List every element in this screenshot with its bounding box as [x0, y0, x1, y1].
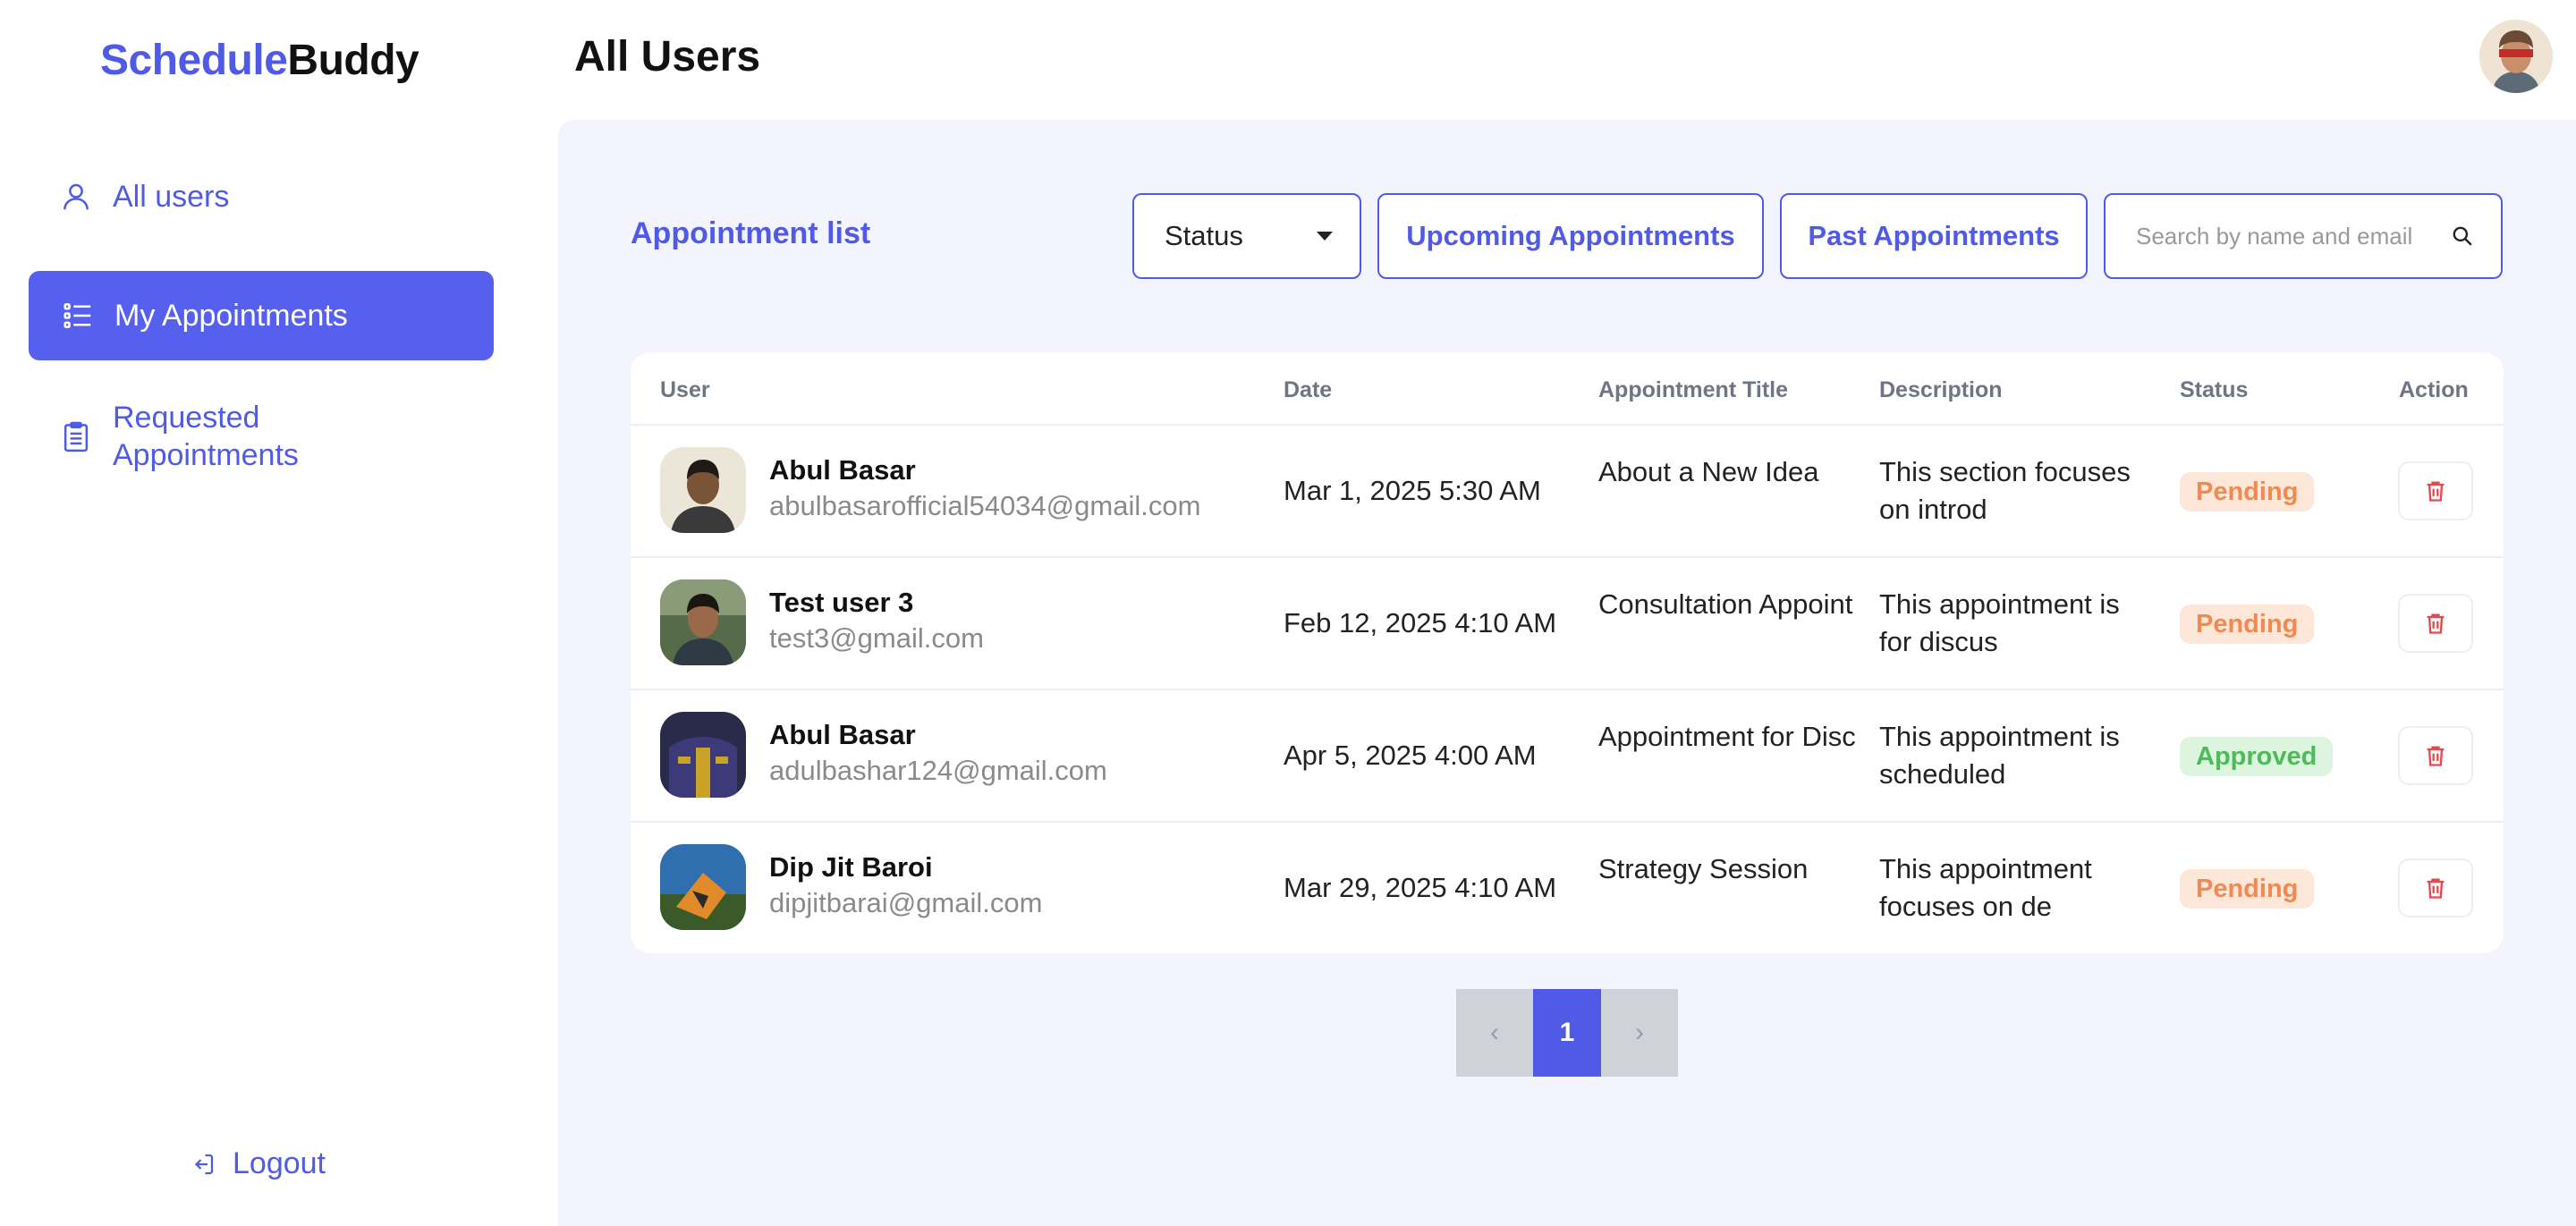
prev-page-button[interactable]: ‹	[1456, 989, 1533, 1077]
user-name: Test user 3	[769, 587, 914, 618]
logout-button[interactable]: Logout	[190, 1146, 326, 1181]
table-row[interactable]: Abul Basar abulbasarofficial54034@gmail.…	[631, 426, 2504, 558]
logout-label: Logout	[233, 1146, 326, 1180]
clipboard-icon	[57, 418, 95, 455]
table-row[interactable]: Test user 3 test3@gmail.com Feb 12, 2025…	[631, 558, 2504, 690]
appointment-date: Feb 12, 2025 4:10 AM	[1284, 607, 1557, 638]
appointment-list-title: Appointment list	[631, 216, 871, 250]
logout-icon	[194, 1154, 214, 1174]
column-header-date: Date	[1284, 377, 1333, 402]
sidebar-item-label: My Appointments	[114, 298, 348, 333]
column-header-title: Appointment Title	[1598, 377, 1789, 402]
pagination: ‹ 1 ›	[1456, 989, 1678, 1077]
search-icon[interactable]	[2451, 224, 2474, 248]
appointment-date: Mar 1, 2025 5:30 AM	[1284, 475, 1541, 506]
caret-down-icon	[1317, 232, 1333, 241]
trash-icon	[2427, 481, 2445, 502]
search-input[interactable]	[2136, 222, 2451, 250]
appointment-description: This appointment focuses on de	[1879, 853, 2092, 922]
delete-button[interactable]	[2398, 858, 2473, 917]
delete-button[interactable]	[2398, 461, 2473, 520]
appointment-title: Consultation Appoint	[1598, 588, 1853, 620]
brand-logo-part1: Schedule	[100, 37, 288, 84]
appointment-title: Appointment for Disc	[1598, 721, 1856, 752]
user-name: Abul Basar	[769, 454, 916, 486]
past-appointments-button[interactable]: Past Appointments	[1780, 193, 2088, 279]
user-email: test3@gmail.com	[769, 622, 984, 654]
table-row[interactable]: Abul Basar adulbashar124@gmail.com Apr 5…	[631, 690, 2504, 823]
appointments-table: User Date Appointment Title Description …	[631, 352, 2504, 953]
status-filter-value: Status	[1165, 220, 1243, 251]
status-badge: Pending	[2180, 605, 2315, 644]
appointment-description: This appointment is for discus	[1879, 588, 2120, 657]
trash-icon	[2427, 613, 2445, 634]
brand-logo[interactable]: ScheduleBuddy	[100, 36, 419, 85]
profile-avatar[interactable]	[2479, 20, 2553, 93]
user-avatar	[660, 447, 746, 533]
column-header-status: Status	[2180, 377, 2249, 402]
page-1-button[interactable]: 1	[1533, 989, 1601, 1077]
sidebar-item-all-users[interactable]: All users	[57, 177, 229, 216]
column-header-description: Description	[1879, 377, 2003, 402]
table-row[interactable]: Dip Jit Baroi dipjitbarai@gmail.com Mar …	[631, 823, 2504, 953]
upcoming-appointments-button[interactable]: Upcoming Appointments	[1377, 193, 1764, 279]
status-badge: Pending	[2180, 472, 2315, 512]
appointment-date: Mar 29, 2025 4:10 AM	[1284, 872, 1557, 903]
user-avatar	[660, 844, 746, 930]
user-email: adulbashar124@gmail.com	[769, 755, 1107, 786]
status-badge: Approved	[2180, 737, 2334, 776]
sidebar-item-requested-appointments[interactable]: Requested Appointments	[57, 399, 381, 474]
page-title: All Users	[574, 33, 761, 80]
appointment-title: Strategy Session	[1598, 853, 1809, 884]
table-header: User Date Appointment Title Description …	[631, 352, 2504, 426]
user-icon	[57, 178, 95, 216]
column-header-action: Action	[2399, 377, 2469, 402]
appointment-description: This appointment is scheduled	[1879, 721, 2120, 790]
sidebar: ScheduleBuddy All users My Appointments …	[0, 0, 558, 1226]
search-box	[2104, 193, 2503, 279]
trash-icon	[2427, 878, 2445, 899]
sidebar-item-label: Requested Appointments	[113, 401, 299, 472]
next-page-button[interactable]: ›	[1601, 989, 1678, 1077]
status-badge: Pending	[2180, 869, 2315, 909]
sidebar-item-my-appointments[interactable]: My Appointments	[29, 271, 494, 360]
user-avatar	[660, 579, 746, 665]
user-name: Dip Jit Baroi	[769, 851, 933, 883]
appointment-description: This section focuses on introd	[1879, 456, 2131, 525]
delete-button[interactable]	[2398, 594, 2473, 653]
trash-icon	[2427, 746, 2445, 766]
sidebar-item-label: All users	[113, 179, 230, 214]
user-name: Abul Basar	[769, 719, 916, 750]
column-header-user: User	[660, 377, 710, 402]
delete-button[interactable]	[2398, 726, 2473, 785]
appointment-title: About a New Idea	[1598, 456, 1819, 487]
appointment-date: Apr 5, 2025 4:00 AM	[1284, 740, 1537, 771]
user-email: dipjitbarai@gmail.com	[769, 887, 1043, 918]
user-avatar	[660, 712, 746, 798]
brand-logo-part2: Buddy	[287, 37, 419, 84]
user-email: abulbasarofficial54034@gmail.com	[769, 490, 1201, 521]
list-icon	[59, 297, 97, 334]
status-filter-select[interactable]: Status	[1132, 193, 1361, 279]
